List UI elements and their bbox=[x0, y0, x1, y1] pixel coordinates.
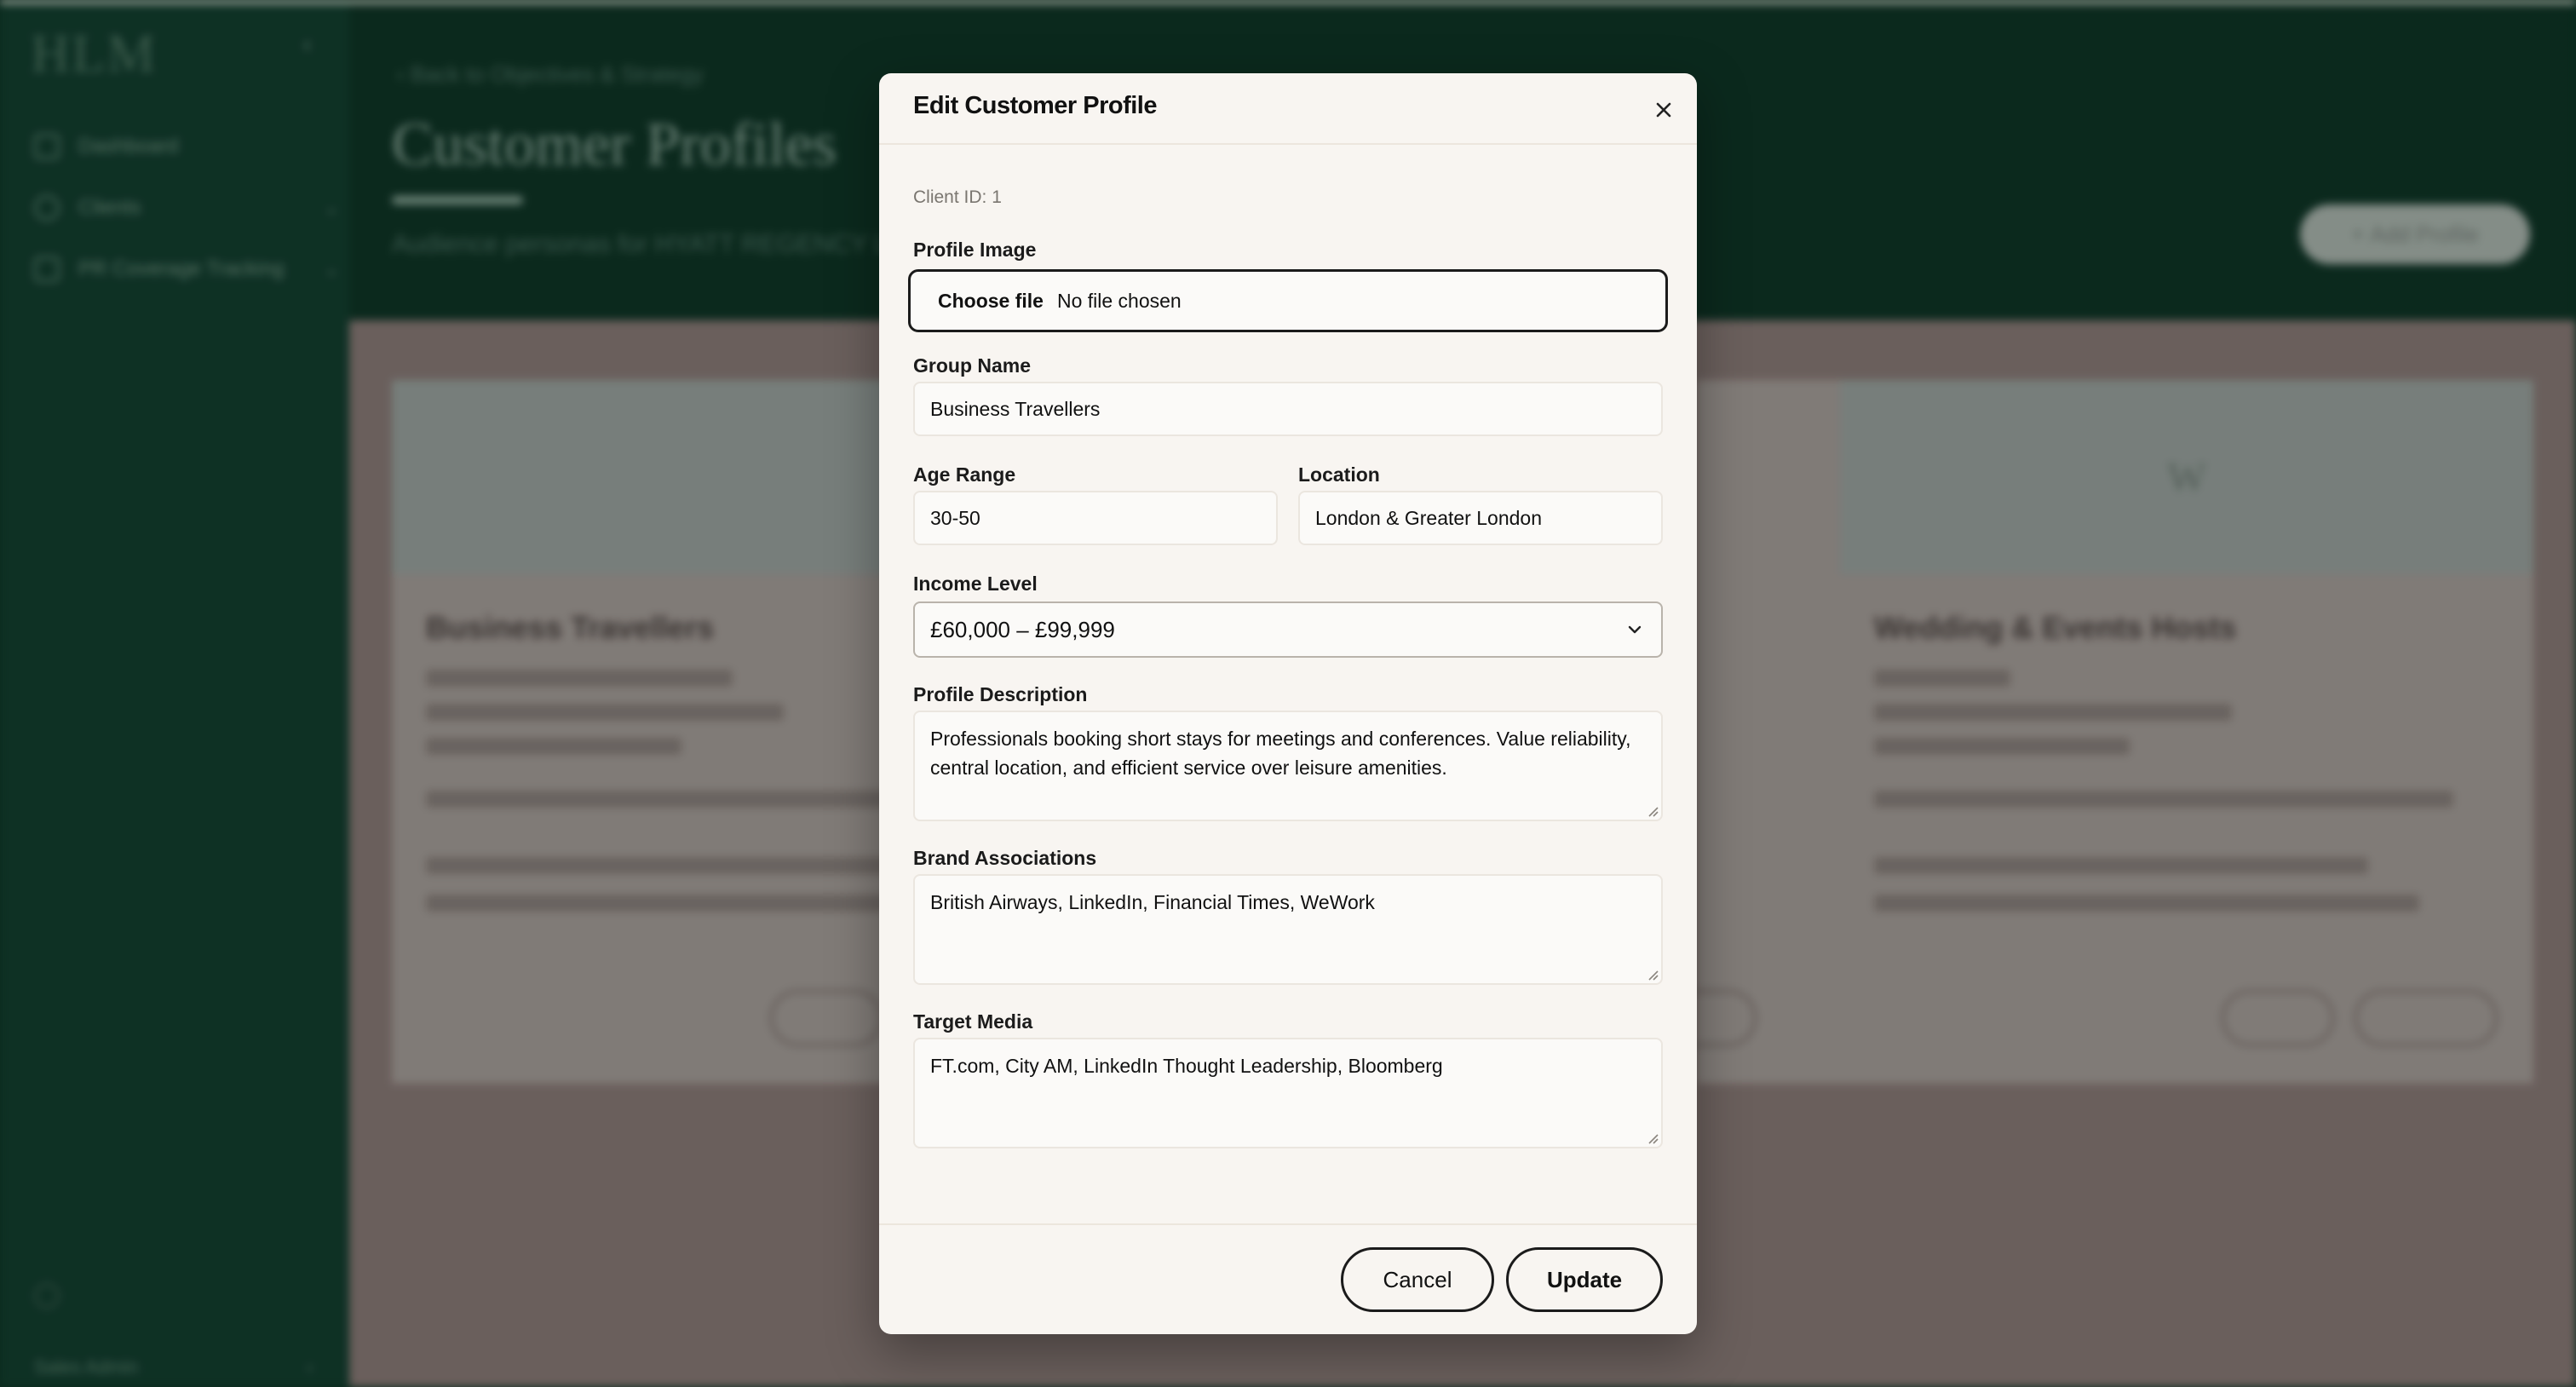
file-status: No file chosen bbox=[1056, 289, 1182, 312]
target-media-label: Target Media bbox=[913, 1010, 1033, 1033]
profile-description-textarea[interactable]: Professionals booking short stays for me… bbox=[913, 711, 1663, 821]
group-name-input[interactable]: Business Travellers bbox=[913, 382, 1663, 436]
profile-description-label: Profile Description bbox=[913, 683, 1088, 705]
brand-associations-label: Brand Associations bbox=[913, 847, 1097, 869]
target-media-text: FT.com, City AM, LinkedIn Thought Leader… bbox=[930, 1055, 1443, 1077]
resize-handle-icon[interactable] bbox=[1646, 968, 1659, 981]
dialog-title: Edit Customer Profile bbox=[913, 92, 1158, 119]
income-level-value: £60,000 – £99,999 bbox=[930, 616, 1115, 642]
cancel-button[interactable]: Cancel bbox=[1341, 1247, 1494, 1312]
brand-associations-text: British Airways, LinkedIn, Financial Tim… bbox=[930, 891, 1375, 913]
dialog-header: Edit Customer Profile bbox=[879, 73, 1697, 145]
location-input[interactable]: London & Greater London bbox=[1298, 491, 1663, 545]
profile-description-text: Professionals booking short stays for me… bbox=[930, 728, 1631, 779]
target-media-textarea[interactable]: FT.com, City AM, LinkedIn Thought Leader… bbox=[913, 1038, 1663, 1148]
profile-image-label: Profile Image bbox=[913, 239, 1037, 261]
profile-image-file-input[interactable]: Choose file No file chosen bbox=[908, 269, 1668, 332]
brand-associations-textarea[interactable]: British Airways, LinkedIn, Financial Tim… bbox=[913, 874, 1663, 985]
resize-handle-icon[interactable] bbox=[1646, 804, 1659, 818]
update-button[interactable]: Update bbox=[1506, 1247, 1663, 1312]
age-range-input[interactable]: 30-50 bbox=[913, 491, 1278, 545]
group-name-label: Group Name bbox=[913, 354, 1032, 377]
client-id: Client ID: 1 bbox=[913, 187, 1002, 207]
location-label: Location bbox=[1298, 463, 1380, 486]
edit-profile-dialog: Edit Customer Profile Client ID: 1 Profi… bbox=[879, 73, 1697, 1334]
close-icon[interactable] bbox=[1649, 95, 1678, 124]
choose-file-button[interactable]: Choose file bbox=[938, 290, 1044, 313]
income-level-select[interactable]: £60,000 – £99,999 bbox=[913, 601, 1663, 658]
chevron-down-icon bbox=[1628, 625, 1642, 634]
resize-handle-icon[interactable] bbox=[1646, 1131, 1659, 1145]
income-level-label: Income Level bbox=[913, 573, 1038, 595]
age-range-label: Age Range bbox=[913, 463, 1016, 486]
